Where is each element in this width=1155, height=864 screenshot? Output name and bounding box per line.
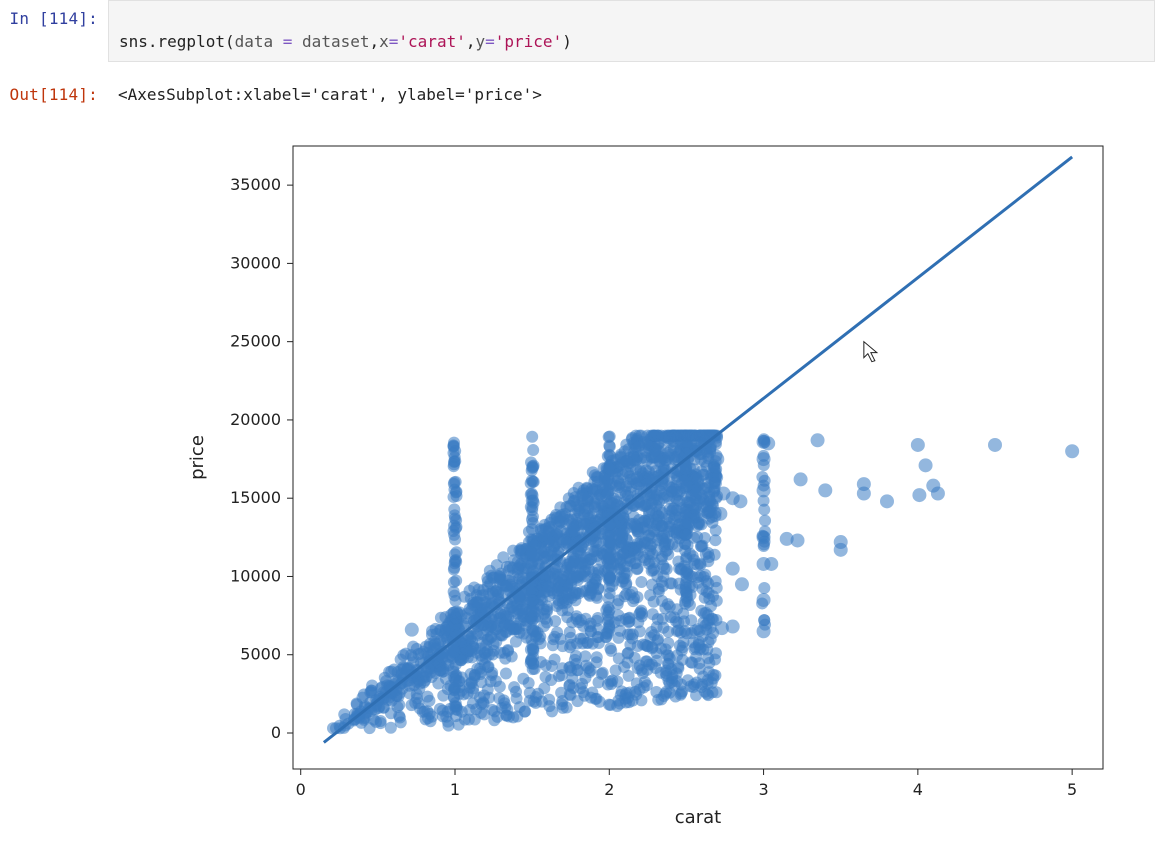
svg-text:0: 0 <box>271 723 281 742</box>
code-token-arg3key: y <box>475 32 485 51</box>
output-cell: Out[114]: <AxesSubplot:xlabel='carat', y… <box>0 76 1155 114</box>
svg-text:carat: carat <box>675 807 721 828</box>
code-token-func: sns.regplot <box>119 32 225 51</box>
code-token-eq3: = <box>485 32 495 51</box>
input-cell: In [114]: sns.regplot(data = dataset,x='… <box>0 0 1155 62</box>
code-token-arg2key: x <box>379 32 389 51</box>
input-prompt-label: In [114]: <box>0 0 108 38</box>
output-repr-text: <AxesSubplot:xlabel='carat', ylabel='pri… <box>108 76 1155 114</box>
svg-text:30000: 30000 <box>230 253 281 272</box>
output-chart-wrap: 0 1 2 3 4 5 0 5000 10000 15000 20000 25000 30000 3500… <box>108 114 1155 864</box>
code-token-paren-close: ) <box>562 32 572 51</box>
code-token-eq1: = <box>273 32 302 51</box>
svg-text:price: price <box>187 435 208 480</box>
output-prompt-label: Out[114]: <box>0 76 108 114</box>
svg-text:3: 3 <box>758 780 768 799</box>
code-token-arg2val: 'carat' <box>398 32 465 51</box>
code-token-eq2: = <box>389 32 399 51</box>
svg-text:0: 0 <box>296 780 306 799</box>
svg-text:1: 1 <box>450 780 460 799</box>
svg-text:15000: 15000 <box>230 488 281 507</box>
svg-text:25000: 25000 <box>230 332 281 351</box>
svg-text:5: 5 <box>1067 780 1077 799</box>
code-token-arg1key: data <box>235 32 274 51</box>
code-token-paren-open: ( <box>225 32 235 51</box>
regplot-chart: 0 1 2 3 4 5 0 5000 10000 15000 20000 25000 30000 3500… <box>118 124 1118 864</box>
svg-text:4: 4 <box>913 780 923 799</box>
mouse-cursor-icon <box>864 342 877 362</box>
svg-text:35000: 35000 <box>230 175 281 194</box>
code-token-arg3val: 'price' <box>495 32 562 51</box>
code-token-sep1: , <box>369 32 379 51</box>
code-token-arg1val: dataset <box>302 32 369 51</box>
svg-text:5000: 5000 <box>240 645 281 664</box>
svg-text:2: 2 <box>604 780 614 799</box>
svg-text:10000: 10000 <box>230 566 281 585</box>
svg-text:20000: 20000 <box>230 410 281 429</box>
code-input-area[interactable]: sns.regplot(data = dataset,x='carat',y='… <box>108 0 1155 62</box>
